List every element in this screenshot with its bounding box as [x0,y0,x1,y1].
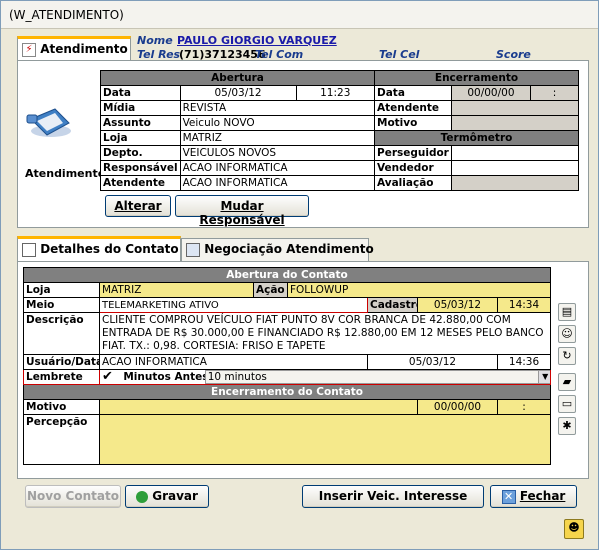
enc-data-label: Data [374,85,452,101]
tab-negociacao-label: Negociação Atendimento [204,242,374,256]
lembrete-checkbox[interactable]: ✔ [102,371,116,384]
cadastro-hora: 14:34 [496,297,552,313]
vendedor-label: Vendedor [374,160,452,176]
folder-icon[interactable]: ▭ [558,395,576,413]
calculator-icon [186,242,200,257]
percepcao-textarea[interactable] [98,414,552,465]
usuario-hora: 14:36 [496,354,552,370]
tab-detalhes-label: Detalhes do Contato [40,242,179,256]
responsavel-value: ACAO INFORMATICA [179,160,376,176]
mudar-responsavel-button[interactable]: Mudar Responsável [175,195,309,227]
bug-icon[interactable]: ✱ [558,417,576,435]
assunto-label: Assunto [100,115,181,131]
tab-negociacao-atendimento[interactable]: Negociação Atendimento [181,238,374,261]
termometro-header: Termômetro [374,130,579,146]
loja-label: Loja [100,130,181,146]
tab-atendimento[interactable]: ⚡ Atendimento [17,36,131,60]
depto-value: VEICULOS NOVOS [179,145,376,161]
chevron-down-icon[interactable]: ▼ [537,371,550,383]
document-icon [22,242,36,257]
enc-data-value: 00/00/00 [450,85,532,101]
perseguidor-label: Perseguidor [374,145,452,161]
responsavel-label: Responsável [100,160,181,176]
user-icon[interactable]: ☻ [564,519,584,539]
data-label: Data [100,85,181,101]
cadastro-label: Cadastro [367,297,418,313]
descricao-textarea[interactable]: CLIENTE COMPROU VEÍCULO FIAT PUNTO 8V CO… [98,312,552,355]
enc-atendente-value [450,100,580,116]
nome-label: Nome [137,34,173,47]
enc-motivo-value [450,115,580,131]
perseguidor-value [450,145,580,161]
motivo-hora: : [496,399,552,415]
avaliacao-value [450,175,580,191]
usuario-label: Usuário/Data [23,354,100,370]
abertura-table: Abertura Data 05/03/12 11:23 Mídia REVISTA … [100,70,376,191]
abertura-contato-header: Abertura do Contato [22,267,552,283]
contato-table: Abertura do Contato Loja MATRIZ Ação FOL… [22,267,552,465]
smiley-icon[interactable]: ☺ [558,325,576,343]
minutos-select[interactable]: 10 minutos ▼ [204,370,550,384]
atendente-label: Atendente [100,175,181,191]
novo-contato-button[interactable]: Novo Contato [25,485,121,508]
abertura-header: Abertura [100,70,375,86]
atendimento-window: (W_ATENDIMENTO) ⚡ Atendimento Nome PAULO… [0,0,599,550]
meio-value[interactable]: TELEMARKETING ATIVO [99,297,368,313]
contato-loja-label: Loja [23,282,100,298]
encerramento-header: Encerramento [374,70,579,86]
tab-atendimento-label: Atendimento [40,42,128,56]
telephone-icon [25,101,73,141]
contato-loja-value[interactable]: MATRIZ [99,282,254,298]
cadastro-data: 05/03/12 [417,297,498,313]
avaliacao-label: Avaliação [374,175,452,191]
loja-value: MATRIZ [179,130,376,146]
save-icon [136,490,149,503]
assunto-value: Veiculo NOVO [179,115,376,131]
encerramento-table: Encerramento Data 00/00/00: Atendente Mot… [374,70,580,191]
enc-atendente-label: Atendente [374,100,452,116]
motivo-label: Motivo [23,399,100,415]
motivo-data: 00/00/00 [417,399,498,415]
atendimento-icon-label: Atendimento [25,167,106,180]
alterar-button[interactable]: Alterar [105,195,171,217]
lembrete-row: ✔ Minutos Antes 10 minutos ▼ [98,369,552,385]
midia-label: Mídia [100,100,181,116]
midia-value: REVISTA [179,100,376,116]
abertura-hora: 11:23 [295,85,376,101]
motivo-value[interactable] [99,399,418,415]
usuario-data: 05/03/12 [367,354,498,370]
nome-link[interactable]: PAULO GIORGIO VARQUEZ [177,34,337,47]
acao-value[interactable]: FOLLOWUP [286,282,552,298]
minutos-select-value: 10 minutos [207,371,267,383]
window-title: (W_ATENDIMENTO) [1,1,598,29]
refresh-icon[interactable]: ↻ [558,347,576,365]
close-icon: ✕ [501,489,516,504]
inserir-veic-interesse-button[interactable]: Inserir Veic. Interesse [302,485,484,508]
gravar-button[interactable]: Gravar [125,485,209,508]
gravar-label: Gravar [152,489,198,503]
enc-hora-value: : [530,85,579,101]
tab-detalhes-contato[interactable]: Detalhes do Contato [17,236,181,262]
fechar-label: Fechar [519,489,566,503]
depto-label: Depto. [100,145,181,161]
minutos-label: Minutos Antes [123,371,209,383]
notes-icon[interactable]: ▤ [558,303,576,321]
lightning-icon: ⚡ [22,42,36,57]
fechar-button[interactable]: ✕ Fechar [490,485,577,508]
vendedor-value [450,160,580,176]
enc-motivo-label: Motivo [374,115,452,131]
car-icon[interactable]: ▰ [558,373,576,391]
lembrete-label: Lembrete [23,369,100,385]
meio-label: Meio [23,297,100,313]
percepcao-label: Percepção [23,414,100,465]
encerramento-contato-header: Encerramento do Contato [22,384,552,400]
abertura-data: 05/03/12 [179,85,297,101]
atendente-value: ACAO INFORMATICA [179,175,376,191]
descricao-label: Descrição [23,312,100,355]
acao-label: Ação [253,282,288,298]
usuario-value: ACAO INFORMATICA [99,354,368,370]
